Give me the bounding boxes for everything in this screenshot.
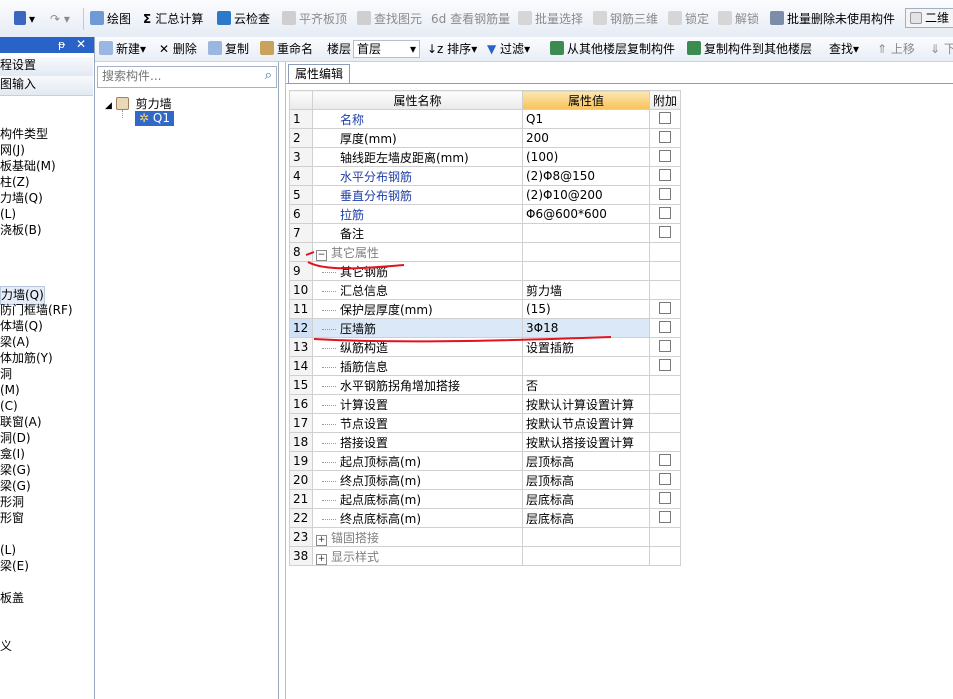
search-box: ⌕ <box>97 66 277 88</box>
collapse-icon[interactable]: ◢ <box>105 101 112 111</box>
cloud-check-button[interactable]: 云检查 <box>217 10 270 28</box>
left-nav-item[interactable]: (M) <box>0 382 20 399</box>
left-nav-item[interactable]: 梁(G) <box>0 478 31 495</box>
left-nav-item[interactable]: 梁(E) <box>0 558 29 575</box>
left-nav-item[interactable]: (L) <box>0 206 16 223</box>
red-underline-press-rebar <box>313 336 612 343</box>
left-nav-item[interactable]: 程设置 <box>0 57 93 77</box>
left-nav-item[interactable]: 防门框墙(RF) <box>0 302 73 319</box>
left-nav-panel: ᵽ ✕ 程设置 图输入 构件类型 网(J) 板基础(M) 柱(Z) 力墙(Q) (L) 浇板(B… <box>0 37 95 699</box>
sort-icon: ↓z <box>427 42 448 56</box>
tree-root-label: 剪力墙 <box>135 97 172 111</box>
find-button[interactable]: 查找▾ <box>829 40 859 58</box>
search-input[interactable] <box>98 67 256 85</box>
component-tree-panel: ⌕ ◢ 剪力墙 ✲ Q1 <box>95 62 279 699</box>
copy-to-other-floor-button[interactable]: 复制构件到其他楼层 <box>687 40 812 58</box>
left-nav-item[interactable]: 联窗(A) <box>0 414 42 431</box>
new-icon <box>99 41 113 55</box>
property-editor: 属性编辑 属性名称 属性值 附加 1 名称 Q1 2 厚度(mm) 200 3 轴线距左墙皮距… <box>285 62 953 699</box>
view-2d-button[interactable]: 二维 <box>905 8 953 28</box>
lock-icon <box>668 11 682 25</box>
floor-select[interactable]: 首层 ▾ <box>353 40 420 58</box>
filter-button[interactable]: ▼ 过滤▾ <box>487 40 530 58</box>
rename-button[interactable]: 重命名 <box>260 40 313 58</box>
arrow-up-icon: ⇑ <box>877 42 891 56</box>
left-panel-header: ᵽ ✕ <box>0 37 94 53</box>
left-nav-item[interactable]: 体墙(Q) <box>0 318 43 335</box>
delete-button[interactable]: ✕ 删除 <box>159 40 197 58</box>
left-nav-item[interactable]: 构件类型 <box>0 126 48 143</box>
filter-icon: ▼ <box>487 42 501 56</box>
batch-delete-button[interactable]: 批量删除未使用构件 <box>770 10 895 28</box>
lock-button[interactable]: 锁定 <box>668 10 709 28</box>
view-rebar-button[interactable]: 6d 查看钢筋量 <box>431 10 510 28</box>
wall-icon <box>115 97 129 110</box>
undo-icon[interactable]: ▾ <box>14 10 35 28</box>
left-nav-item[interactable]: 形洞 <box>0 494 24 511</box>
copy-from-other-floor-button[interactable]: 从其他楼层复制构件 <box>550 40 675 58</box>
left-nav-item[interactable]: 龛(I) <box>0 446 25 463</box>
batch-delete-icon <box>770 11 784 25</box>
tree-root[interactable]: ◢ 剪力墙 <box>105 95 172 112</box>
search-icon[interactable]: ⌕ <box>265 68 272 83</box>
sigma-icon: Σ <box>143 12 156 26</box>
chevron-down-icon: ▾ <box>409 42 416 56</box>
red-underline-other-props <box>307 261 405 270</box>
left-nav-item[interactable]: 柱(Z) <box>0 174 30 191</box>
left-nav-item[interactable]: 网(J) <box>0 142 25 159</box>
pin-icon[interactable]: ᵽ <box>58 38 65 51</box>
delete-icon: ✕ <box>159 42 173 56</box>
left-nav-item[interactable]: 洞 <box>0 366 12 383</box>
view-2d-icon <box>910 12 922 24</box>
left-nav-item[interactable]: 图输入 <box>0 76 93 96</box>
batch-select-button[interactable]: 批量选择 <box>518 10 583 28</box>
rebar-icon: 6d <box>431 12 451 26</box>
draw-icon <box>90 11 104 25</box>
copy-from-icon <box>550 41 564 55</box>
left-nav-item[interactable]: 梁(G) <box>0 462 31 479</box>
unlock-icon <box>718 11 732 25</box>
move-down-button[interactable]: ⇓ 下 <box>930 40 953 58</box>
sum-calc-button[interactable]: Σ 汇总计算 <box>143 10 203 28</box>
red-tick <box>305 251 315 256</box>
find-element-button[interactable]: 查找图元 <box>357 10 422 28</box>
arrow-down-icon: ⇓ <box>930 42 944 56</box>
left-nav-item[interactable]: 力墙(Q) <box>0 190 43 207</box>
left-nav-item[interactable]: (L) <box>0 542 16 559</box>
rename-icon <box>260 41 274 55</box>
component-toolbar: 新建▾ ✕ 删除 复制 重命名 楼层 首层 ▾ ↓z 排序▾ ▼ 过滤▾ 从其他楼… <box>95 37 953 62</box>
red-annotation-marks <box>305 251 612 343</box>
gear-icon: ✲ <box>139 111 150 125</box>
unlock-button[interactable]: 解锁 <box>718 10 759 28</box>
cloud-check-icon <box>217 11 231 25</box>
left-nav-item[interactable]: (C) <box>0 398 18 415</box>
draw-button[interactable]: 绘图 <box>90 10 131 28</box>
left-nav-item[interactable]: 板盖 <box>0 590 24 607</box>
new-button[interactable]: 新建▾ <box>99 40 146 58</box>
flat-slab-button[interactable]: 平齐板顶 <box>282 10 347 28</box>
rebar-3d-button[interactable]: 钢筋三维 <box>593 10 658 28</box>
left-nav-item[interactable]: 梁(A) <box>0 334 30 351</box>
move-up-button[interactable]: ⇑ 上移 <box>877 40 915 58</box>
left-nav-item[interactable]: 板基础(M) <box>0 158 56 175</box>
rebar-3d-icon <box>593 11 607 25</box>
left-nav-item[interactable]: 形窗 <box>0 510 24 527</box>
redo-icon[interactable]: ↷ ▾ <box>50 10 70 28</box>
flat-slab-icon <box>282 11 296 25</box>
tree-child-q1[interactable]: ✲ Q1 <box>135 111 174 126</box>
close-icon[interactable]: ✕ <box>76 37 86 51</box>
find-icon <box>357 11 371 25</box>
copy-to-icon <box>687 41 701 55</box>
left-nav-item[interactable]: 义 <box>0 638 12 655</box>
left-nav-item[interactable]: 浇板(B) <box>0 222 42 239</box>
floor-label: 楼层 <box>327 42 352 56</box>
copy-icon <box>208 41 222 55</box>
left-nav-item[interactable]: 体加筋(Y) <box>0 350 53 367</box>
batch-select-icon <box>518 11 532 25</box>
tree-child-label: Q1 <box>152 111 170 125</box>
main-toolbar: ▾ ↷ ▾ 绘图 Σ 汇总计算 云检查 平齐板顶 查找图元 6d 查看钢筋量 批… <box>0 0 953 38</box>
sort-button[interactable]: ↓z 排序▾ <box>427 40 477 58</box>
copy-button[interactable]: 复制 <box>208 40 249 58</box>
left-nav-item[interactable]: 洞(D) <box>0 430 31 447</box>
